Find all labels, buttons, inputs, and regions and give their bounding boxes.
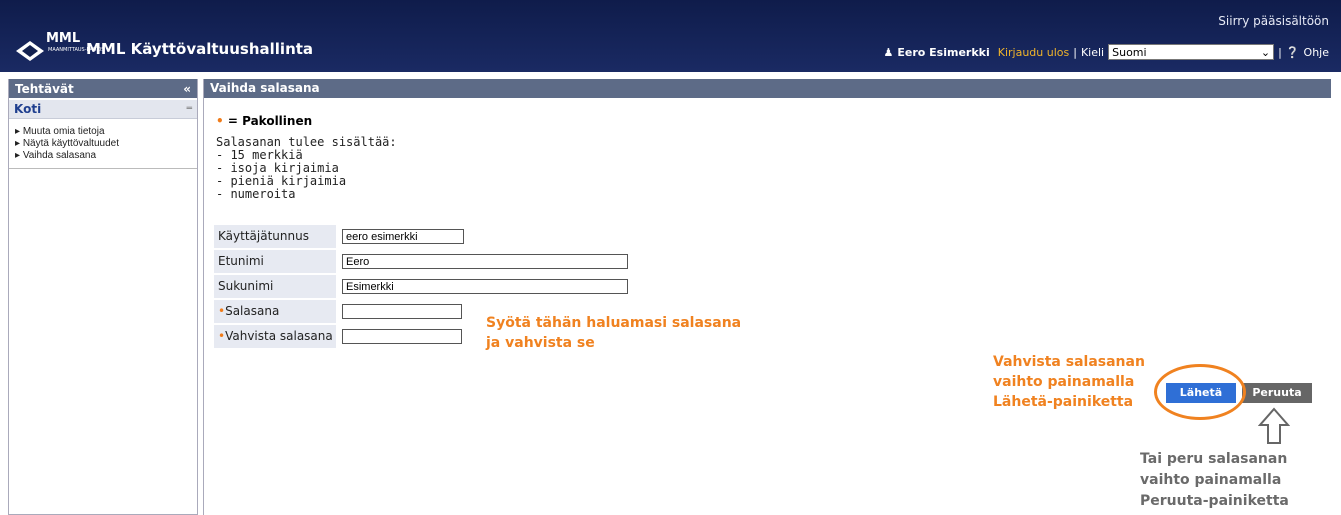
app-header: Siirry pääsisältöön MML MAANMITTAUS-LAIT… (0, 0, 1341, 72)
annotation-line: Vahvista salasanan (993, 354, 1145, 370)
collapse-icon[interactable]: « (183, 82, 191, 96)
annotation-line: vaihto painamalla (993, 374, 1135, 390)
required-legend-text: = Pakollinen (227, 114, 313, 128)
logo-text: MML (46, 31, 81, 46)
language-select[interactable]: Suomi ⌄ (1108, 44, 1275, 60)
language-value: Suomi (1112, 45, 1147, 59)
sidebar-title: Tehtävät (15, 81, 74, 96)
language-label: Kieli (1080, 45, 1105, 59)
annotation-line: Peruuta-painiketta (1140, 493, 1289, 509)
password-label-text: Salasana (225, 304, 280, 318)
skip-to-content-link[interactable]: Siirry pääsisältöön (1218, 14, 1329, 28)
triangle-right-icon: ▸ (15, 150, 23, 161)
sidebar-item-nayta-kayttovaltuudet[interactable]: ▸ Näytä käyttövaltuudet (15, 138, 193, 150)
sidebar-item-label: Muuta omia tietoja (22, 126, 105, 137)
confirm-password-label-text: Vahvista salasana (225, 329, 333, 343)
form-row-lastname: Sukunimi Esimerkki (214, 275, 628, 298)
required-bullet-icon: • (216, 114, 224, 128)
annotation-line: ja vahvista se (486, 335, 595, 351)
annotation-line: Syötä tähän haluamasi salasana (486, 315, 742, 331)
content-border (203, 79, 204, 515)
user-icon: ♟ (883, 45, 894, 59)
separator: | (1278, 45, 1282, 59)
sidebar-header: Tehtävät « (9, 79, 197, 98)
password-hint-annotation: Syötä tähän haluamasi salasana ja vahvis… (486, 313, 741, 353)
app-title: MML Käyttövaltuushallinta (86, 40, 314, 58)
user-bar: ♟ Eero Esimerkki Kirjaudu ulos | Kieli S… (883, 44, 1329, 60)
username-field[interactable]: eero esimerkki (342, 229, 464, 244)
form-row-firstname: Etunimi Eero (214, 250, 628, 273)
sidebar-item-label: Vaihda salasana (22, 150, 97, 161)
annotation-line: Lähetä-painiketta (993, 394, 1134, 410)
sidebar-item-muuta-tietoja[interactable]: ▸ Muuta omia tietoja (15, 126, 193, 138)
page-title: Vaihda salasana (204, 79, 1331, 98)
password-label: •Salasana (214, 300, 336, 323)
help-icon: ❔ (1285, 45, 1300, 59)
cancel-button[interactable]: Peruuta (1242, 383, 1312, 403)
send-hint-annotation: Vahvista salasanan vaihto painamalla Läh… (993, 352, 1145, 412)
username-label: Käyttäjätunnus (214, 225, 336, 248)
chevron-down-icon: ⌄ (1260, 45, 1271, 59)
user-name: Eero Esimerkki (897, 45, 990, 59)
arrow-up-icon (1258, 407, 1290, 444)
annotation-line: vaihto painamalla (1140, 472, 1282, 488)
sidebar-section-label: Koti (14, 102, 42, 116)
required-legend: • = Pakollinen (216, 114, 312, 128)
sidebar: Tehtävät « Koti ═ ▸ Muuta omia tietoja ▸… (8, 79, 198, 515)
sidebar-item-vaihda-salasana[interactable]: ▸ Vaihda salasana (15, 150, 193, 162)
minimize-icon[interactable]: ═ (187, 104, 192, 114)
confirm-password-label: •Vahvista salasana (214, 325, 336, 348)
requirement-line: - numeroita (216, 187, 296, 201)
annotation-line: Tai peru salasanan (1140, 451, 1288, 467)
logout-link[interactable]: Kirjaudu ulos (998, 46, 1070, 59)
form-row-username: Käyttäjätunnus eero esimerkki (214, 225, 628, 248)
mml-logo-icon (16, 41, 44, 61)
lastname-field[interactable]: Esimerkki (342, 279, 628, 294)
sidebar-item-label: Näytä käyttövaltuudet (22, 138, 119, 149)
highlight-ring (1154, 364, 1246, 420)
confirm-password-field[interactable] (342, 329, 462, 344)
password-field[interactable] (342, 304, 462, 319)
sidebar-section-koti[interactable]: Koti ═ (9, 100, 197, 119)
triangle-right-icon: ▸ (15, 126, 23, 137)
lastname-label: Sukunimi (214, 275, 336, 298)
help-link[interactable]: Ohje (1304, 46, 1329, 59)
firstname-label: Etunimi (214, 250, 336, 273)
cancel-hint-annotation: Tai peru salasanan vaihto painamalla Per… (1140, 449, 1289, 512)
firstname-field[interactable]: Eero (342, 254, 628, 269)
separator: | (1073, 45, 1077, 59)
triangle-right-icon: ▸ (15, 138, 23, 149)
sidebar-menu: ▸ Muuta omia tietoja ▸ Näytä käyttövaltu… (9, 119, 197, 169)
password-requirements: Salasanan tulee sisältää: - 15 merkkiä -… (216, 136, 397, 201)
